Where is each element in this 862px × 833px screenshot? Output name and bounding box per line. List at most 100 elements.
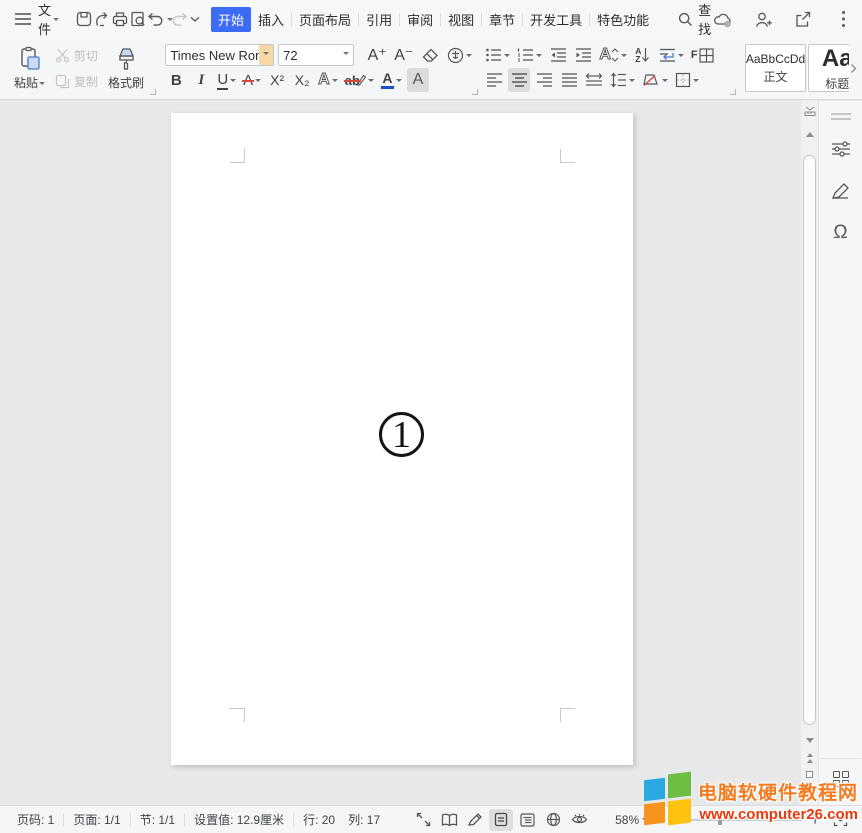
increase-indent-button[interactable] (572, 43, 594, 67)
tab-special-features[interactable]: 特色功能 (590, 7, 656, 32)
font-color-chevron-icon[interactable] (396, 79, 402, 85)
zoom-out-button[interactable]: − (656, 811, 666, 828)
scroll-down-icon[interactable] (801, 733, 818, 747)
font-size-select[interactable]: 72 (278, 44, 354, 66)
quick-access-more-icon[interactable] (189, 7, 201, 31)
tab-insert[interactable]: 插入 (251, 7, 291, 32)
status-line[interactable]: 行: 20 (294, 811, 339, 828)
previous-page-icon[interactable] (801, 750, 818, 764)
phonetic-guide-button[interactable] (445, 43, 473, 67)
underline-button[interactable]: U (215, 68, 238, 92)
tab-references[interactable]: 引用 (359, 7, 399, 32)
underline-chevron-icon[interactable] (230, 79, 236, 85)
grow-font-button[interactable]: A⁺ (366, 43, 389, 67)
status-page-number[interactable]: 页码: 1 (8, 811, 63, 828)
subscript-button[interactable]: X₂ (291, 68, 313, 92)
font-color-button[interactable]: A (379, 68, 404, 92)
bullets-button[interactable] (483, 43, 512, 67)
file-menu[interactable]: 文件 (38, 0, 51, 38)
status-setting-value[interactable]: 设置值: 12.9厘米 (185, 811, 293, 828)
ruler-toggle-icon[interactable] (801, 104, 818, 118)
format-painter-button[interactable]: 格式刷 (102, 41, 150, 96)
numbering-chevron-icon[interactable] (536, 54, 542, 60)
zoom-in-button[interactable]: + (810, 811, 820, 828)
align-right-button[interactable] (533, 68, 555, 92)
fullscreen-view-icon[interactable] (411, 809, 435, 831)
line-spacing-button[interactable] (608, 68, 637, 92)
phonetic-chevron-icon[interactable] (466, 54, 472, 60)
status-section[interactable]: 节: 1/1 (131, 811, 184, 828)
distribute-button[interactable] (583, 68, 605, 92)
tab-review[interactable]: 审阅 (400, 7, 440, 32)
paragraph-dialog-launcher[interactable] (730, 89, 736, 95)
tab-section[interactable]: 章节 (482, 7, 522, 32)
text-tool-chevron-icon[interactable] (621, 54, 627, 60)
font-family-dropdown[interactable] (259, 45, 273, 65)
clear-formatting-button[interactable] (419, 43, 441, 67)
paste-button[interactable]: 粘贴 (8, 41, 51, 96)
character-shading-button[interactable]: A (407, 68, 429, 92)
properties-sliders-icon[interactable] (828, 136, 854, 162)
sort-button[interactable]: A Z (632, 43, 654, 67)
text-tool-button[interactable]: A (597, 43, 629, 67)
panel-drag-handle[interactable] (831, 113, 851, 120)
paragraph-layout-chevron-icon[interactable] (678, 54, 684, 60)
edit-pen-icon[interactable] (828, 178, 854, 204)
decrease-indent-button[interactable] (547, 43, 569, 67)
zoom-slider[interactable] (674, 819, 802, 821)
eye-protection-icon[interactable] (567, 809, 591, 831)
browse-object-icon[interactable] (801, 767, 818, 781)
search-box[interactable]: 查找 (678, 0, 711, 38)
bullets-chevron-icon[interactable] (504, 54, 510, 60)
ink-pen-icon[interactable] (463, 809, 487, 831)
paragraph-layout-button[interactable] (657, 43, 686, 67)
strikethrough-button[interactable]: A (241, 68, 263, 92)
zoom-chevron-icon[interactable] (642, 818, 648, 824)
print-icon[interactable] (111, 7, 129, 31)
strikethrough-chevron-icon[interactable] (255, 79, 261, 85)
file-menu-chevron-icon[interactable] (53, 18, 59, 24)
page-view-icon[interactable] (489, 809, 513, 831)
tab-developer-tools[interactable]: 开发工具 (523, 7, 589, 32)
app-grid-icon[interactable] (833, 771, 849, 787)
shading-button[interactable] (640, 68, 670, 92)
text-frame-button[interactable]: F (689, 43, 716, 67)
paste-chevron-icon[interactable] (39, 82, 45, 88)
more-options-icon[interactable] (831, 7, 855, 31)
italic-button[interactable]: I (190, 68, 212, 92)
share-icon[interactable] (791, 7, 815, 31)
document-page[interactable]: 1 (171, 113, 633, 765)
enclosed-character[interactable]: 1 (379, 412, 424, 457)
tab-page-layout[interactable]: 页面布局 (292, 7, 358, 32)
numbering-button[interactable] (515, 43, 544, 67)
vertical-scrollbar[interactable] (801, 101, 818, 805)
align-left-button[interactable] (483, 68, 505, 92)
font-dialog-launcher[interactable] (472, 89, 478, 95)
align-center-button[interactable] (508, 68, 530, 92)
text-effects-chevron-icon[interactable] (332, 79, 338, 85)
clipboard-dialog-launcher[interactable] (150, 89, 156, 95)
highlight-chevron-icon[interactable] (368, 79, 374, 85)
outline-view-icon[interactable] (515, 809, 539, 831)
zoom-slider-knob[interactable] (718, 815, 722, 825)
borders-button[interactable] (673, 68, 701, 92)
document-canvas[interactable]: 1 Ω (0, 101, 862, 805)
scrollbar-thumb[interactable] (803, 155, 816, 725)
superscript-button[interactable]: X² (266, 68, 288, 92)
save-icon[interactable] (75, 7, 93, 31)
highlight-button[interactable]: ab (343, 68, 376, 92)
shrink-font-button[interactable]: A⁻ (392, 43, 415, 67)
read-mode-icon[interactable] (437, 809, 461, 831)
symbols-omega-icon[interactable]: Ω (828, 220, 854, 246)
hamburger-menu-icon[interactable] (14, 7, 32, 31)
shading-chevron-icon[interactable] (662, 79, 668, 85)
line-spacing-chevron-icon[interactable] (629, 79, 635, 85)
status-column[interactable]: 列: 17 (339, 811, 389, 828)
tab-home[interactable]: 开始 (211, 7, 251, 32)
web-layout-icon[interactable] (541, 809, 565, 831)
justify-button[interactable] (558, 68, 580, 92)
scroll-up-icon[interactable] (801, 127, 818, 141)
export-icon[interactable] (93, 7, 111, 31)
borders-chevron-icon[interactable] (693, 79, 699, 85)
bold-button[interactable]: B (165, 68, 187, 92)
